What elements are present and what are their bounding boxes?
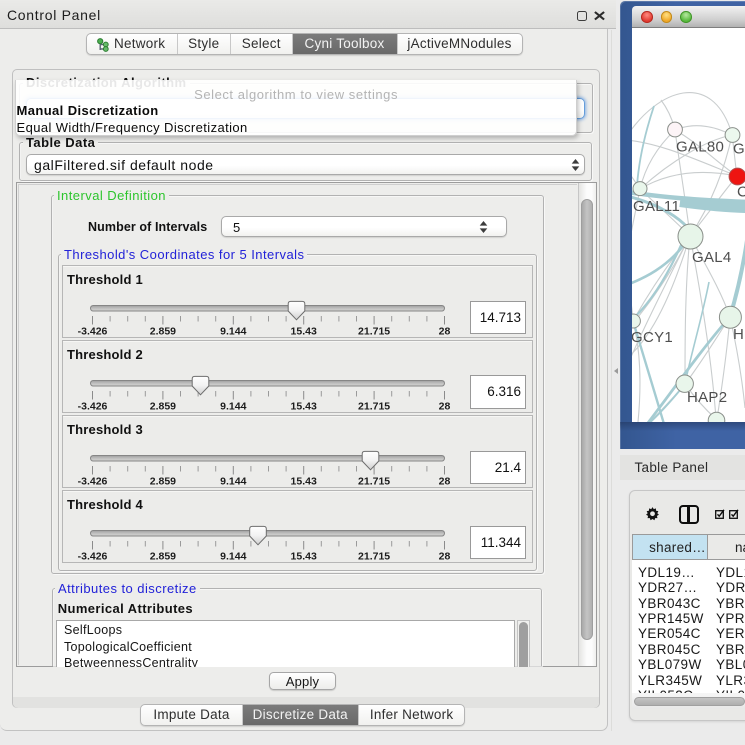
svg-text:28: 28 — [439, 476, 451, 488]
svg-text:H: H — [733, 326, 744, 343]
svg-text:28: 28 — [439, 551, 451, 563]
svg-text:GAL80: GAL80 — [676, 139, 724, 156]
svg-text:2.859: 2.859 — [150, 551, 176, 563]
svg-text:-3.426: -3.426 — [78, 551, 108, 563]
svg-text:21.715: 21.715 — [358, 400, 390, 412]
svg-text:28: 28 — [439, 326, 451, 338]
svg-text:9.144: 9.144 — [220, 551, 246, 563]
svg-text:9.144: 9.144 — [220, 400, 246, 412]
svg-text:21.715: 21.715 — [358, 326, 390, 338]
svg-text:9.144: 9.144 — [220, 326, 246, 338]
svg-text:GAL4: GAL4 — [692, 249, 732, 266]
svg-text:21.715: 21.715 — [358, 476, 390, 488]
svg-text:GA: GA — [733, 141, 745, 158]
svg-text:2.859: 2.859 — [150, 400, 176, 412]
svg-text:15.43: 15.43 — [291, 326, 317, 338]
svg-text:GAL11: GAL11 — [633, 198, 680, 215]
svg-text:21.715: 21.715 — [358, 551, 390, 563]
svg-text:2.859: 2.859 — [150, 476, 176, 488]
svg-text:15.43: 15.43 — [291, 551, 317, 563]
svg-text:15.43: 15.43 — [291, 476, 317, 488]
svg-text:15.43: 15.43 — [291, 400, 317, 412]
svg-text:CY: CY — [737, 184, 745, 201]
svg-text:9.144: 9.144 — [220, 476, 246, 488]
svg-text:-3.426: -3.426 — [78, 400, 108, 412]
svg-text:-3.426: -3.426 — [78, 476, 108, 488]
svg-text:28: 28 — [439, 400, 451, 412]
svg-text:-3.426: -3.426 — [78, 326, 108, 338]
svg-text:GCY1: GCY1 — [632, 329, 673, 346]
svg-text:HAP2: HAP2 — [687, 389, 727, 406]
svg-text:2.859: 2.859 — [150, 326, 176, 338]
